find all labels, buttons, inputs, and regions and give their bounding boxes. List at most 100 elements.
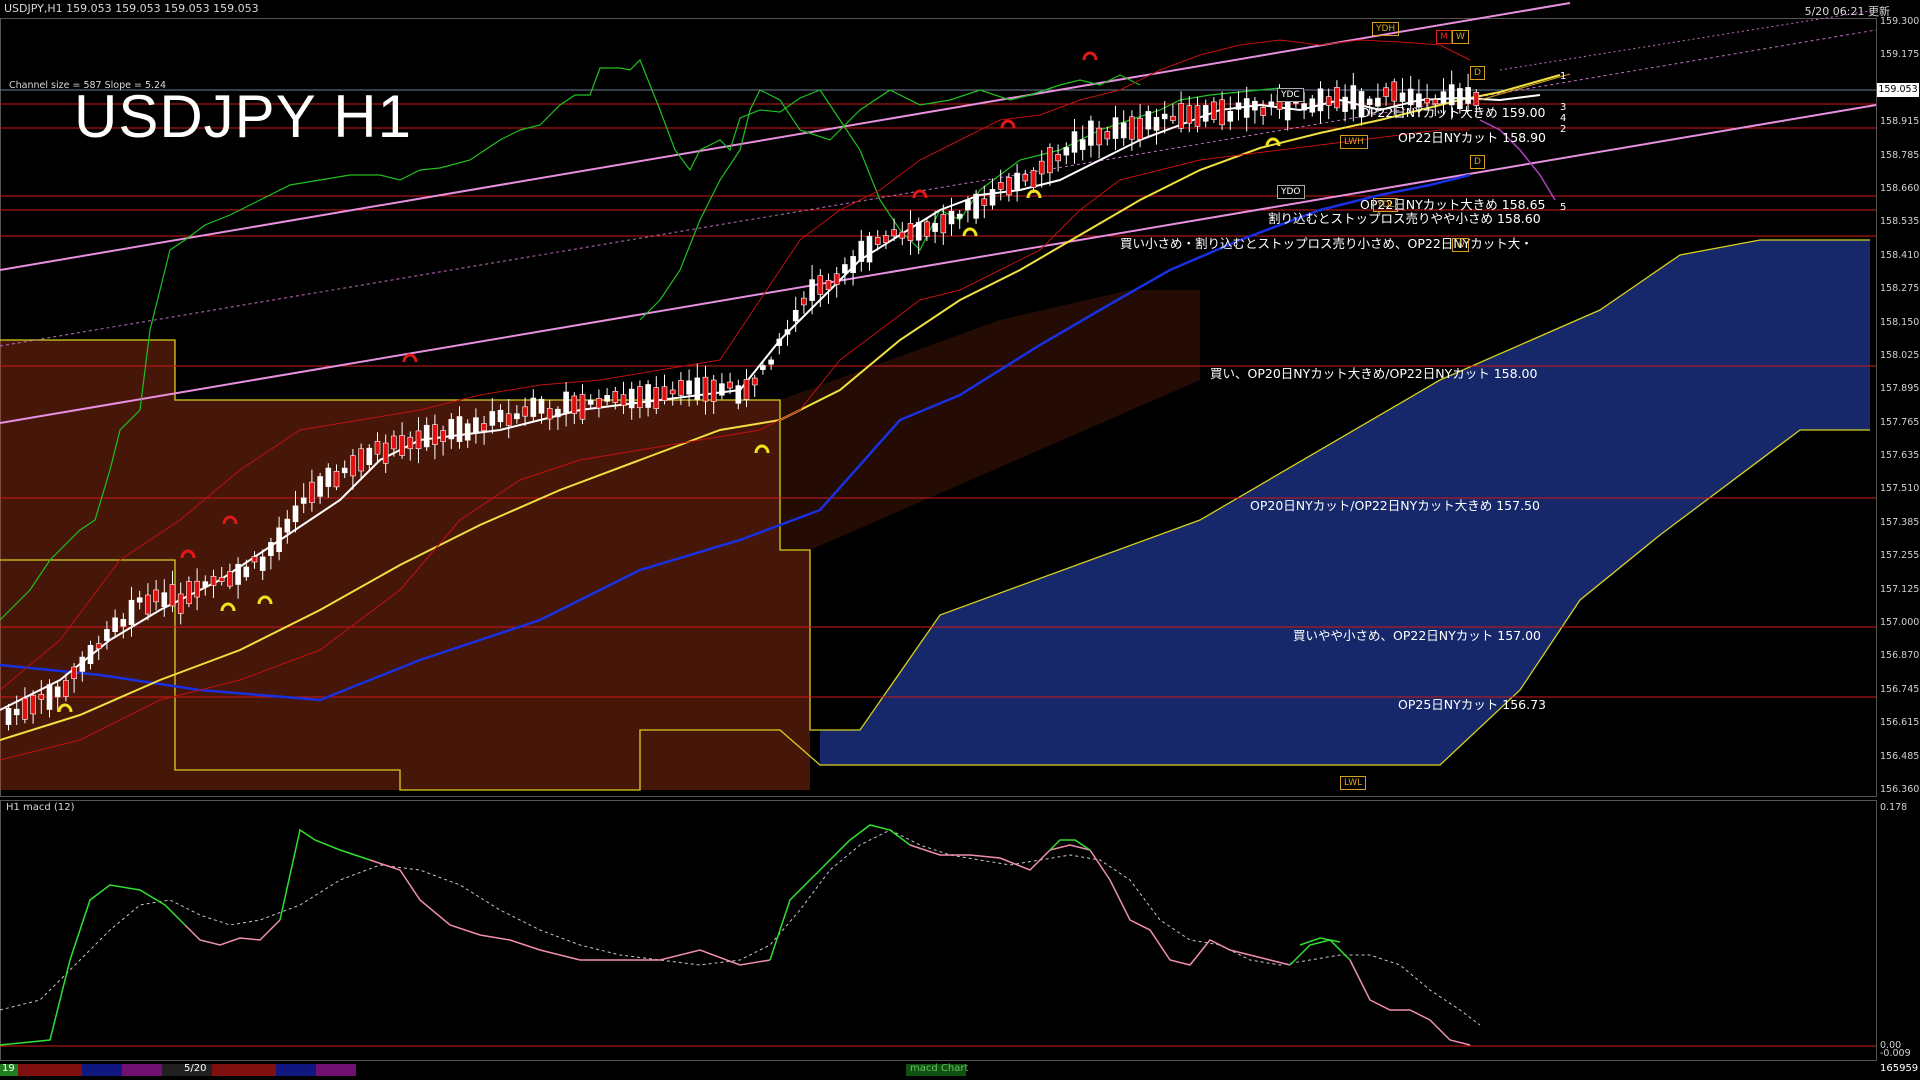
candle-bullish [276, 527, 282, 553]
tag-ydc: YDC [1277, 88, 1304, 102]
candle-bullish [423, 424, 430, 448]
tag-ydl: YDL [1373, 198, 1399, 212]
candle-bullish [694, 377, 701, 400]
candle-bearish [825, 279, 832, 291]
candle-bearish [940, 214, 947, 234]
signal-marker-yellow-icon [1026, 189, 1042, 199]
candle-bearish [710, 379, 717, 402]
candle-bearish [350, 455, 356, 477]
candle-bullish [768, 359, 774, 365]
price-axis-label: 159.300 [1880, 16, 1920, 27]
candle-bullish [1317, 88, 1324, 112]
candle-bullish [735, 385, 742, 404]
macd-chart-frame [0, 800, 1877, 1061]
candle-bullish [1366, 98, 1373, 105]
candle-bearish [63, 680, 69, 697]
candle-bearish [358, 448, 364, 472]
tag-lwl: LWL [1340, 776, 1367, 790]
candle-bullish [563, 391, 569, 413]
annotation-158-60: 割り込むとストップロス売りやや小さめ 158.60 [1268, 211, 1541, 226]
candle-bullish [5, 707, 12, 725]
tab-segment-purple-1[interactable] [122, 1064, 162, 1076]
candle-bearish [1334, 87, 1340, 109]
tag-lwh: LWH [1340, 135, 1368, 149]
candle-bullish [136, 597, 143, 603]
candle-bearish [1260, 107, 1266, 116]
candle-bullish [1161, 113, 1168, 120]
tab-segment-blue-1[interactable] [82, 1064, 122, 1076]
candle-bearish [579, 394, 586, 420]
candle-bullish [235, 563, 241, 585]
candle-bullish [1014, 172, 1020, 190]
candle-bearish [432, 424, 438, 445]
tab-segment-purple-2[interactable] [316, 1064, 356, 1076]
candle-bullish [1227, 111, 1234, 122]
candle-bullish [530, 397, 537, 417]
channel-mid [0, 29, 1877, 347]
signal-marker-red-icon [1082, 51, 1098, 61]
channel-number-4: 4 [1560, 113, 1567, 124]
candle-bullish [300, 497, 307, 504]
price-axis-label: 158.915 [1880, 116, 1920, 128]
channel-number-1: 1 [1560, 71, 1567, 82]
price-axis-label: 157.635 [1880, 450, 1920, 462]
macd-line-up-3 [769, 824, 911, 961]
candle-bullish [948, 210, 955, 225]
macd-line-down-2 [369, 859, 771, 966]
tag-w: W [1452, 30, 1469, 44]
candle-bullish [1202, 105, 1209, 122]
candle-bearish [95, 643, 102, 650]
candle-bearish [997, 182, 1004, 190]
candle-bullish [858, 240, 865, 262]
tab-label-date: 5/20 [184, 1063, 207, 1074]
candle-bullish [645, 384, 651, 408]
candle-bearish [653, 387, 660, 409]
candle-bullish [1153, 117, 1160, 131]
candle-bearish [399, 435, 405, 456]
candle-bullish [456, 416, 463, 442]
candle-bullish [915, 222, 922, 241]
candle-bullish [760, 365, 766, 370]
candle-bullish [989, 189, 996, 206]
candle-bullish [965, 199, 971, 211]
candle-bearish [1325, 96, 1332, 106]
annotation-157-00: 買いやや小さめ、OP22日NYカット 157.00 [1293, 628, 1541, 643]
candle-bearish [883, 235, 889, 243]
candle-bearish [571, 395, 578, 414]
candle-bullish [1342, 96, 1348, 112]
candle-bearish [505, 413, 512, 426]
tab-segment-blue-2[interactable] [276, 1064, 316, 1076]
price-axis-label: 156.745 [1880, 683, 1920, 695]
candle-bearish [1219, 99, 1225, 126]
mt4-chart-window: USDJPY,H1 159.053 159.053 159.053 159.05… [0, 0, 1920, 1080]
candle-bearish [227, 571, 233, 587]
annotation-158-50: 買い小さめ・割り込むとストップロス売り小さめ、OP22日NYカット大・ [1120, 236, 1533, 251]
tab-segment-red-1[interactable] [18, 1064, 82, 1076]
candle-bearish [743, 379, 750, 400]
price-axis-label: 157.000 [1880, 617, 1920, 629]
candle-bearish [1055, 154, 1061, 162]
price-axis-label: 156.360 [1880, 784, 1920, 795]
candle-bearish [678, 380, 684, 396]
candle-bearish [1104, 131, 1111, 140]
annotation-156-73: OP25日NYカット 156.73 [1398, 697, 1546, 712]
candle-bullish [54, 686, 61, 698]
tab-label-left: 19 [2, 1063, 15, 1074]
candle-bullish [13, 708, 20, 716]
macd-line-down-5 [1349, 959, 1471, 1046]
price-axis-label: 158.150 [1880, 316, 1920, 328]
price-axis-label: 157.510 [1880, 483, 1920, 495]
candle-bearish [1038, 160, 1045, 175]
candle-bullish [538, 398, 545, 414]
candle-bearish [38, 693, 45, 700]
signal-marker-red-icon [402, 353, 418, 363]
tab-segment-red-2[interactable] [212, 1064, 276, 1076]
candle-bearish [1170, 115, 1176, 121]
macd-line-up-2 [279, 828, 371, 921]
candle-bullish [317, 476, 323, 497]
candle-bearish [1432, 99, 1439, 105]
price-chart-canvas[interactable] [0, 0, 1920, 1080]
candle-bullish [497, 409, 504, 423]
candle-bullish [161, 592, 168, 608]
candle-bullish [79, 656, 86, 672]
